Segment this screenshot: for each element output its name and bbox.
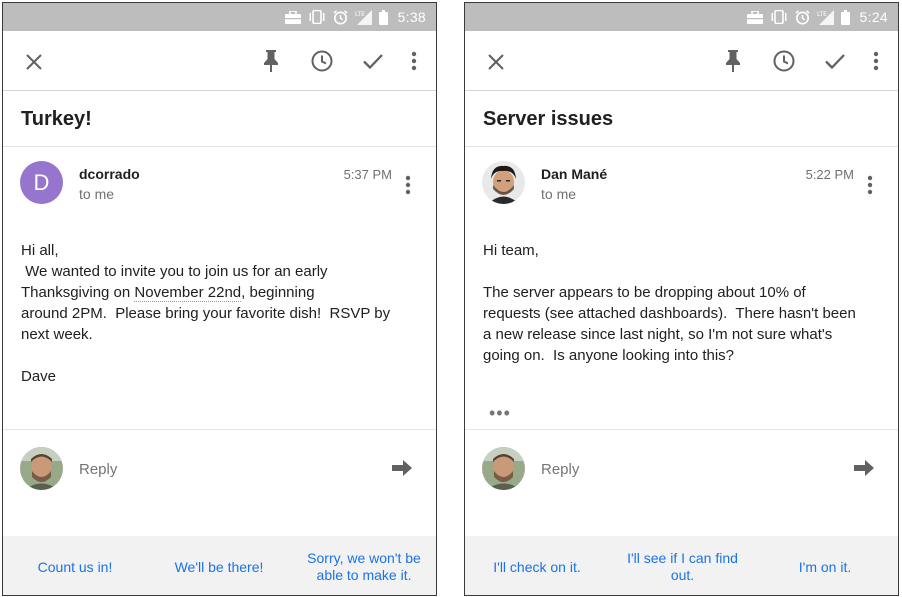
sender-avatar[interactable] <box>482 161 525 204</box>
more-vert-icon[interactable] <box>400 173 416 197</box>
vibrate-icon <box>308 10 326 24</box>
message-header: Dan Mané to me 5:22 PM <box>465 161 898 211</box>
sender-name: Dan Mané <box>541 166 608 182</box>
pin-icon[interactable] <box>718 46 748 76</box>
briefcase-icon <box>746 10 763 24</box>
svg-text:LTE: LTE <box>355 11 365 18</box>
email-subject: Server issues <box>465 92 898 147</box>
alarm-icon <box>795 9 810 25</box>
battery-icon <box>378 9 388 25</box>
battery-icon <box>840 9 850 25</box>
smart-reply-bar: Count us in! We'll be there! Sorry, we w… <box>3 536 436 595</box>
close-icon[interactable] <box>485 51 507 73</box>
message-time: 5:22 PM <box>805 167 854 182</box>
status-time: 5:24 <box>859 9 888 25</box>
user-avatar <box>20 447 63 490</box>
message-body: Hi all, We wanted to invite you to join … <box>21 240 420 387</box>
more-vert-icon[interactable] <box>862 173 878 197</box>
briefcase-icon <box>284 10 301 24</box>
reply-input[interactable]: Reply <box>79 461 117 478</box>
recipient-label[interactable]: to me <box>541 186 576 202</box>
app-bar <box>3 31 436 91</box>
message-header: D dcorrado to me 5:37 PM <box>3 161 436 211</box>
email-screen-server-issues: LTE 5:24 Server issues Dan Mané to me 5:… <box>464 2 899 596</box>
smart-reply-chip[interactable]: Count us in! <box>19 536 131 595</box>
status-time: 5:38 <box>397 9 426 25</box>
smart-reply-chip[interactable]: Sorry, we won't be able to make it. <box>299 536 429 595</box>
status-bar: LTE 5:38 <box>3 3 436 31</box>
message-time: 5:37 PM <box>343 167 392 182</box>
user-avatar <box>482 447 525 490</box>
sender-name: dcorrado <box>79 166 140 182</box>
lte-signal-icon: LTE <box>817 9 834 25</box>
reply-area: Reply <box>3 429 436 509</box>
date-link[interactable]: November 22nd <box>134 284 242 302</box>
smart-reply-bar: I'll check on it. I'll see if I can find… <box>465 536 898 595</box>
smart-reply-chip[interactable]: I'll check on it. <box>481 536 593 595</box>
more-vert-icon[interactable] <box>868 46 884 76</box>
show-trimmed-content-button[interactable]: ••• <box>489 404 511 422</box>
email-subject: Turkey! <box>3 92 436 147</box>
reply-input[interactable]: Reply <box>541 461 579 478</box>
smart-reply-chip[interactable]: I'll see if I can find out. <box>615 536 750 595</box>
vibrate-icon <box>770 10 788 24</box>
email-screen-turkey: LTE 5:38 Turkey! D dcorrado to me 5:37 P… <box>2 2 437 596</box>
snooze-clock-icon[interactable] <box>307 46 337 76</box>
status-bar: LTE 5:24 <box>465 3 898 31</box>
reply-area: Reply <box>465 429 898 509</box>
svg-text:LTE: LTE <box>817 11 827 18</box>
sender-avatar[interactable]: D <box>20 161 63 204</box>
alarm-icon <box>333 9 348 25</box>
close-icon[interactable] <box>23 51 45 73</box>
more-vert-icon[interactable] <box>406 46 422 76</box>
smart-reply-chip[interactable]: We'll be there! <box>163 536 275 595</box>
body-greeting: Hi all, <box>21 242 59 259</box>
smart-reply-chip[interactable]: I'm on it. <box>775 536 875 595</box>
pin-icon[interactable] <box>256 46 286 76</box>
app-bar <box>465 31 898 91</box>
recipient-label[interactable]: to me <box>79 186 114 202</box>
snooze-clock-icon[interactable] <box>769 46 799 76</box>
forward-arrow-icon[interactable] <box>852 456 876 480</box>
check-icon[interactable] <box>820 46 850 76</box>
forward-arrow-icon[interactable] <box>390 456 414 480</box>
lte-signal-icon: LTE <box>355 9 372 25</box>
check-icon[interactable] <box>358 46 388 76</box>
message-body: Hi team, The server appears to be droppi… <box>483 242 856 364</box>
